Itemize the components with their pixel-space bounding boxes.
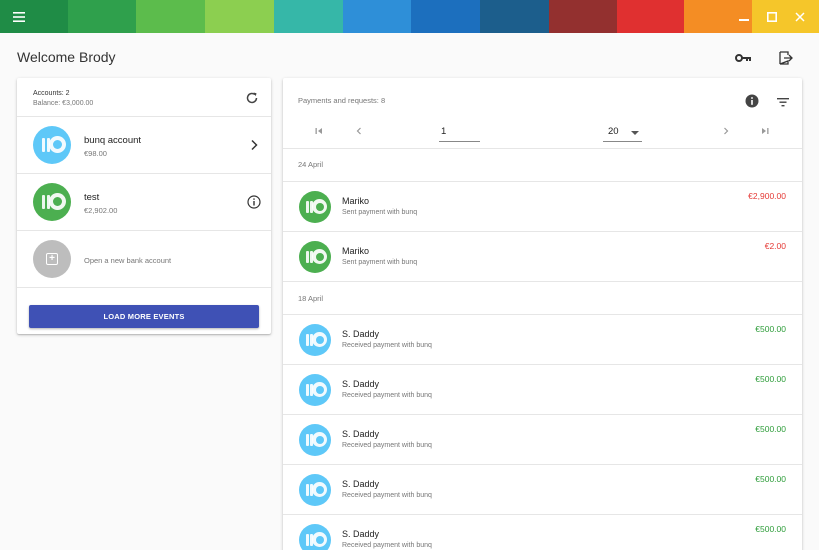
accounts-header: Accounts: 2 Balance: €3,000.00 <box>17 78 271 117</box>
title-stripe <box>68 0 136 33</box>
payment-counterparty: S. Daddy <box>342 429 380 439</box>
page-size-value: 20 <box>608 126 619 137</box>
payment-row[interactable]: S. Daddy Received payment with bunq €500… <box>283 415 802 465</box>
payment-avatar <box>299 241 331 273</box>
payment-description: Sent payment with bunq <box>342 259 418 266</box>
accounts-total-balance: Balance: €3,000.00 <box>33 100 94 107</box>
payment-description: Received payment with bunq <box>342 342 432 349</box>
title-stripe <box>617 0 684 33</box>
payment-counterparty: S. Daddy <box>342 329 380 339</box>
divider <box>283 148 802 149</box>
payment-counterparty: Mariko <box>342 246 370 256</box>
account-balance: €2,902.00 <box>84 206 118 215</box>
page-number-input[interactable] <box>439 122 480 142</box>
payment-row[interactable]: S. Daddy Received payment with bunq €500… <box>283 315 802 365</box>
payment-counterparty: Mariko <box>342 196 370 206</box>
payment-avatar <box>299 374 331 406</box>
title-stripe <box>549 0 617 33</box>
payment-avatar <box>299 474 331 506</box>
title-stripe <box>480 0 549 33</box>
add-account-avatar: + <box>33 240 71 278</box>
minimize-icon[interactable] <box>729 0 759 33</box>
title-stripe <box>136 0 205 33</box>
payment-amount: €500.00 <box>755 374 786 384</box>
payment-row[interactable]: Mariko Sent payment with bunq €2,900.00 <box>283 182 802 232</box>
chevron-down-icon <box>631 131 639 135</box>
title-stripe <box>411 0 480 33</box>
maximize-icon[interactable] <box>757 0 787 33</box>
payment-amount: €2,900.00 <box>748 191 786 201</box>
payment-row[interactable]: S. Daddy Received payment with bunq €500… <box>283 465 802 515</box>
app-header: Welcome Brody <box>0 33 819 81</box>
open-new-account-label: Open a new bank account <box>84 256 172 265</box>
payment-row[interactable]: S. Daddy Received payment with bunq €500… <box>283 365 802 415</box>
payment-description: Sent payment with bunq <box>342 209 418 216</box>
payment-counterparty: S. Daddy <box>342 479 380 489</box>
payment-description: Received payment with bunq <box>342 492 432 499</box>
open-new-account-row[interactable]: + Open a new bank account <box>17 231 271 288</box>
payment-avatar <box>299 324 331 356</box>
title-stripe <box>205 0 274 33</box>
title-stripe <box>343 0 411 33</box>
hamburger-menu-icon[interactable] <box>4 0 34 33</box>
account-avatar <box>33 126 71 164</box>
date-header: 18 April <box>298 294 324 303</box>
chevron-right-icon[interactable] <box>247 138 261 152</box>
close-icon[interactable] <box>785 0 815 33</box>
account-name: test <box>84 192 100 203</box>
last-page-icon[interactable] <box>758 124 772 138</box>
payment-description: Received payment with bunq <box>342 542 432 549</box>
payment-avatar <box>299 524 331 550</box>
payment-row[interactable]: S. Daddy Received payment with bunq €500… <box>283 515 802 550</box>
payment-counterparty: S. Daddy <box>342 379 380 389</box>
logout-icon[interactable] <box>774 48 798 68</box>
account-name: bunq account <box>84 135 142 146</box>
payment-avatar <box>299 191 331 223</box>
payments-card: Payments and requests: 8 20 24 April Mar… <box>283 78 802 550</box>
info-icon[interactable] <box>745 94 759 108</box>
first-page-icon[interactable] <box>312 124 326 138</box>
payment-description: Received payment with bunq <box>342 392 432 399</box>
previous-page-icon[interactable] <box>352 124 366 138</box>
page-size-select[interactable]: 20 <box>603 122 642 142</box>
load-more-events-button[interactable]: LOAD MORE EVENTS <box>29 305 259 328</box>
payment-row[interactable]: Mariko Sent payment with bunq €2.00 <box>283 232 802 282</box>
title-bar <box>0 0 819 33</box>
key-icon[interactable] <box>731 48 755 68</box>
refresh-icon[interactable] <box>245 91 259 105</box>
account-avatar <box>33 183 71 221</box>
payment-counterparty: S. Daddy <box>342 529 380 539</box>
page-title: Welcome Brody <box>17 49 116 65</box>
payment-amount: €500.00 <box>755 474 786 484</box>
payment-amount: €500.00 <box>755 324 786 334</box>
payment-amount: €500.00 <box>755 424 786 434</box>
info-outline-icon[interactable] <box>247 195 261 209</box>
account-balance: €98.00 <box>84 149 107 158</box>
pagination-bar: 20 <box>283 118 802 148</box>
accounts-count: Accounts: 2 <box>33 90 70 97</box>
account-row-test[interactable]: test €2,902.00 <box>17 174 271 231</box>
payments-count: Payments and requests: 8 <box>298 96 386 105</box>
payment-avatar <box>299 424 331 456</box>
payment-amount: €500.00 <box>755 524 786 534</box>
account-row-bunq-account[interactable]: bunq account €98.00 <box>17 117 271 174</box>
payment-description: Received payment with bunq <box>342 442 432 449</box>
accounts-card: Accounts: 2 Balance: €3,000.00 bunq acco… <box>17 78 271 334</box>
next-page-icon[interactable] <box>719 124 733 138</box>
payment-amount: €2.00 <box>764 241 786 251</box>
filter-icon[interactable] <box>776 95 790 107</box>
date-header: 24 April <box>298 160 324 169</box>
title-stripe <box>274 0 343 33</box>
